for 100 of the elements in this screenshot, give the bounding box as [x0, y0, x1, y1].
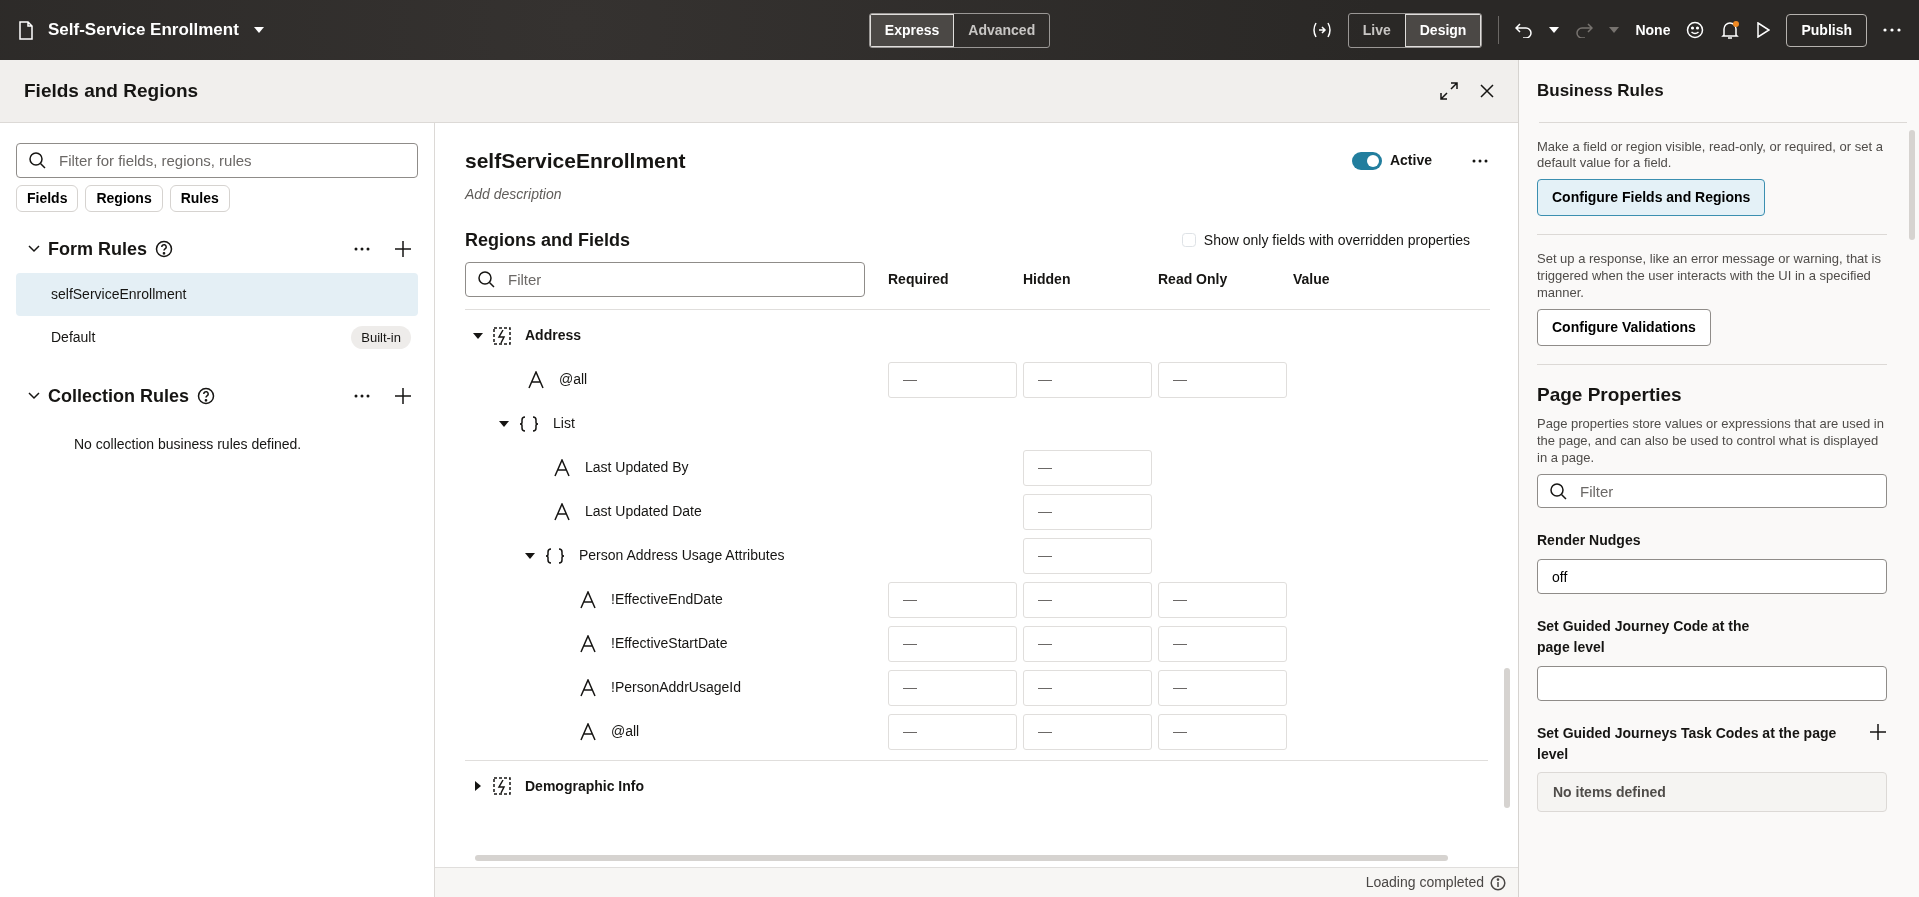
property-cell[interactable]: —: [888, 625, 1017, 662]
description-link[interactable]: Add description: [465, 183, 562, 205]
filter-field[interactable]: Filter for fields, regions, rules: [16, 143, 418, 178]
view-tab[interactable]: Design: [1404, 13, 1482, 47]
property-cell[interactable]: —: [888, 361, 1017, 398]
help-icon[interactable]: [155, 240, 174, 258]
property-cell[interactable]: —: [1023, 537, 1152, 574]
variable-icon[interactable]: [1311, 22, 1332, 38]
rule-title: selfServiceEnrollment: [465, 148, 687, 174]
filter-field[interactable]: Filter: [1537, 474, 1887, 509]
close-icon[interactable]: [1480, 84, 1494, 98]
property-cell[interactable]: —: [888, 669, 1017, 706]
context-label[interactable]: None: [1635, 19, 1671, 41]
property-cell[interactable]: —: [1023, 449, 1152, 486]
empty-message: No collection business rules defined.: [73, 435, 303, 454]
expand-icon[interactable]: [1440, 82, 1458, 100]
section-title: Collection Rules: [48, 384, 190, 408]
chevron-icon[interactable]: [28, 392, 40, 400]
filter-chip[interactable]: Fields: [16, 185, 79, 212]
caret-icon[interactable]: [525, 550, 535, 561]
field-label: Render Nudges: [1537, 531, 1642, 551]
caret-icon[interactable]: [1549, 27, 1560, 33]
field-label: Set Guided Journey Code at the page level: [1537, 617, 1751, 658]
property-cell[interactable]: —: [1158, 361, 1287, 398]
configure-button[interactable]: Configure Fields and Regions: [1537, 179, 1766, 217]
description-text: Make a field or region visible, read-only, or required, or set a default value for a field.: [1537, 138, 1884, 173]
field-label: Set Guided Journeys Task Codes at the page level: [1537, 724, 1838, 765]
node-label: !EffectiveStartDate: [611, 634, 728, 653]
property-cell[interactable]: —: [1158, 581, 1287, 618]
region-icon: [493, 777, 511, 795]
filter-field[interactable]: Filter: [465, 261, 865, 297]
text-field-icon: [579, 678, 597, 697]
property-cell[interactable]: —: [1158, 625, 1287, 662]
add-icon[interactable]: [394, 387, 412, 405]
rule-item[interactable]: selfServiceEnrollment: [16, 273, 418, 316]
node-label: Last Updated By: [585, 458, 689, 477]
node-label: Last Updated Date: [585, 502, 702, 521]
caret-icon[interactable]: [473, 781, 483, 791]
text-field-icon: [579, 590, 597, 609]
text-field-icon: [553, 502, 571, 521]
property-cell[interactable]: —: [888, 713, 1017, 750]
publish-button[interactable]: Publish: [1786, 13, 1867, 47]
text-field[interactable]: off: [1537, 559, 1887, 595]
section-title: Regions and Fields: [465, 228, 632, 252]
text-field-icon: [579, 634, 597, 653]
caret-icon[interactable]: [473, 330, 483, 341]
chevron-icon[interactable]: [28, 245, 40, 253]
configure-button[interactable]: Configure Validations: [1537, 308, 1711, 346]
property-cell[interactable]: —: [888, 581, 1017, 618]
node-label: !PersonAddrUsageId: [611, 678, 741, 697]
column-header: Hidden: [1023, 269, 1072, 289]
rule-name: Default: [51, 328, 96, 347]
description-text: Set up a response, like an error message or warning, that is triggered when the user interacts with the UI in a specified manner.: [1537, 251, 1882, 302]
add-icon[interactable]: [394, 240, 412, 258]
property-cell[interactable]: —: [1158, 713, 1287, 750]
checkbox-label: Show only fields with overridden properties: [1203, 230, 1470, 250]
override-checkbox[interactable]: [1181, 233, 1196, 247]
property-cell[interactable]: —: [1023, 581, 1152, 618]
more-icon[interactable]: [354, 394, 370, 398]
column-header: Read Only: [1158, 269, 1229, 289]
property-cell[interactable]: —: [1023, 713, 1152, 750]
filter-chip[interactable]: Rules: [169, 185, 230, 212]
rule-item[interactable]: Default Built-in: [16, 316, 418, 359]
more-icon[interactable]: [354, 247, 370, 251]
node-label: !EffectiveEndDate: [611, 590, 723, 609]
section-title: Form Rules: [48, 237, 148, 261]
more-icon[interactable]: [1472, 158, 1488, 163]
caret-icon[interactable]: [252, 26, 265, 34]
bell-icon[interactable]: [1720, 20, 1741, 40]
active-toggle[interactable]: [1351, 151, 1382, 170]
smiley-icon[interactable]: [1686, 21, 1705, 39]
column-header: Required: [888, 269, 950, 289]
play-icon[interactable]: [1756, 22, 1771, 38]
panel-title: Business Rules: [1537, 80, 1665, 102]
property-cell[interactable]: —: [1023, 361, 1152, 398]
app-title: Self-Service Enrollment: [48, 19, 239, 42]
filter-chip[interactable]: Regions: [85, 185, 163, 212]
text-field-icon: [527, 370, 545, 389]
node-label: @all: [559, 370, 588, 389]
view-tab[interactable]: Live: [1348, 13, 1405, 47]
property-cell[interactable]: —: [1023, 669, 1152, 706]
property-cell[interactable]: —: [1023, 493, 1152, 530]
document-icon: [18, 20, 34, 40]
property-cell[interactable]: —: [1023, 625, 1152, 662]
add-icon[interactable]: [1869, 723, 1887, 742]
text-field[interactable]: [1537, 666, 1887, 702]
caret-icon[interactable]: [499, 418, 509, 429]
node-label: Address: [525, 326, 582, 345]
built-in-badge: Built-in: [351, 325, 411, 350]
braces-icon: [545, 546, 565, 565]
mode-tab[interactable]: Advanced: [954, 13, 1050, 47]
node-label: Demographic Info: [525, 776, 644, 796]
undo-icon[interactable]: [1515, 22, 1534, 38]
mode-tab[interactable]: Express: [869, 13, 955, 47]
node-label: @all: [611, 722, 640, 741]
info-icon[interactable]: [1490, 874, 1506, 891]
property-cell[interactable]: —: [1158, 669, 1287, 706]
help-icon[interactable]: [197, 387, 216, 405]
toggle-label: Active: [1389, 151, 1432, 171]
more-icon[interactable]: [1883, 28, 1901, 32]
